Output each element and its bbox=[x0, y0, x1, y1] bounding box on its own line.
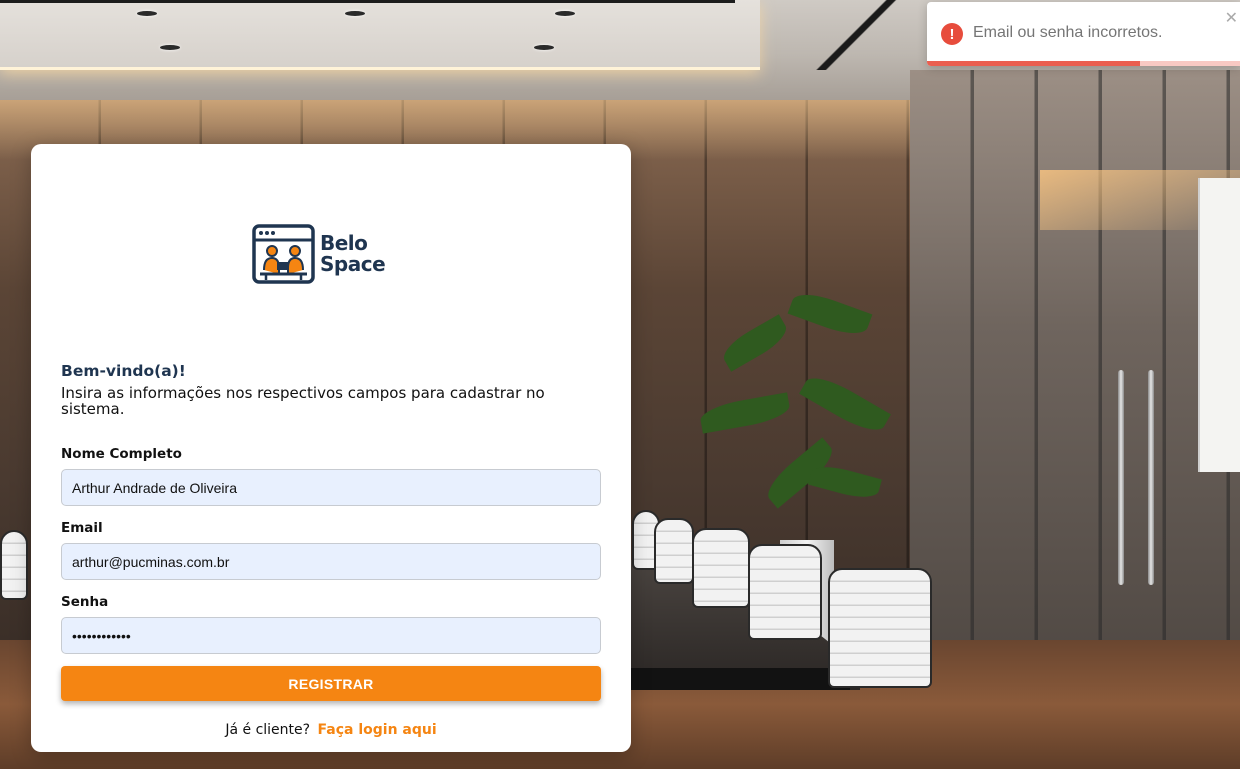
door-handle bbox=[1118, 370, 1124, 585]
downlight bbox=[534, 45, 554, 50]
brand-name: Belo Space bbox=[320, 231, 386, 276]
downlight bbox=[345, 11, 365, 16]
glass-wall bbox=[910, 70, 1240, 710]
downlight bbox=[555, 11, 575, 16]
error-icon: ! bbox=[941, 23, 963, 45]
brand-logo: Belo Space bbox=[252, 222, 392, 286]
password-input[interactable] bbox=[61, 617, 601, 654]
brand-line-1: Belo bbox=[320, 231, 368, 255]
door-handle bbox=[1148, 370, 1154, 585]
brand-line-2: Space bbox=[320, 252, 386, 276]
downlight bbox=[137, 11, 157, 16]
login-prompt-row: Já é cliente? Faça login aqui bbox=[31, 722, 631, 738]
email-label: Email bbox=[61, 520, 103, 536]
ceiling-slot bbox=[800, 0, 920, 70]
chair bbox=[654, 518, 694, 584]
register-card: Belo Space Bem-vindo(a)! Insira as infor… bbox=[31, 144, 631, 752]
toast-progress-bar bbox=[927, 61, 1140, 66]
password-label: Senha bbox=[61, 594, 109, 610]
login-link[interactable]: Faça login aqui bbox=[318, 722, 437, 738]
downlight bbox=[160, 45, 180, 50]
full-name-input[interactable] bbox=[61, 469, 601, 506]
chair bbox=[748, 544, 822, 640]
whiteboard bbox=[1198, 178, 1240, 472]
intro-text: Insira as informações nos respectivos ca… bbox=[61, 384, 545, 418]
ceiling-inset bbox=[0, 0, 760, 70]
chair bbox=[0, 530, 28, 600]
email-input[interactable] bbox=[61, 543, 601, 580]
register-button[interactable]: REGISTRAR bbox=[61, 666, 601, 701]
chair bbox=[692, 528, 750, 608]
chair bbox=[828, 568, 932, 688]
toast-message: Email ou senha incorretos. bbox=[973, 24, 1163, 41]
error-toast: ! Email ou senha incorretos. ✕ bbox=[927, 2, 1240, 66]
welcome-heading: Bem-vindo(a)! bbox=[61, 362, 186, 380]
login-prompt: Já é cliente? bbox=[225, 722, 311, 738]
toast-progress-track bbox=[927, 61, 1240, 66]
coworking-icon bbox=[252, 224, 315, 284]
close-icon[interactable]: ✕ bbox=[1225, 8, 1238, 27]
name-label: Nome Completo bbox=[61, 446, 182, 462]
ceiling-bar bbox=[0, 0, 735, 3]
